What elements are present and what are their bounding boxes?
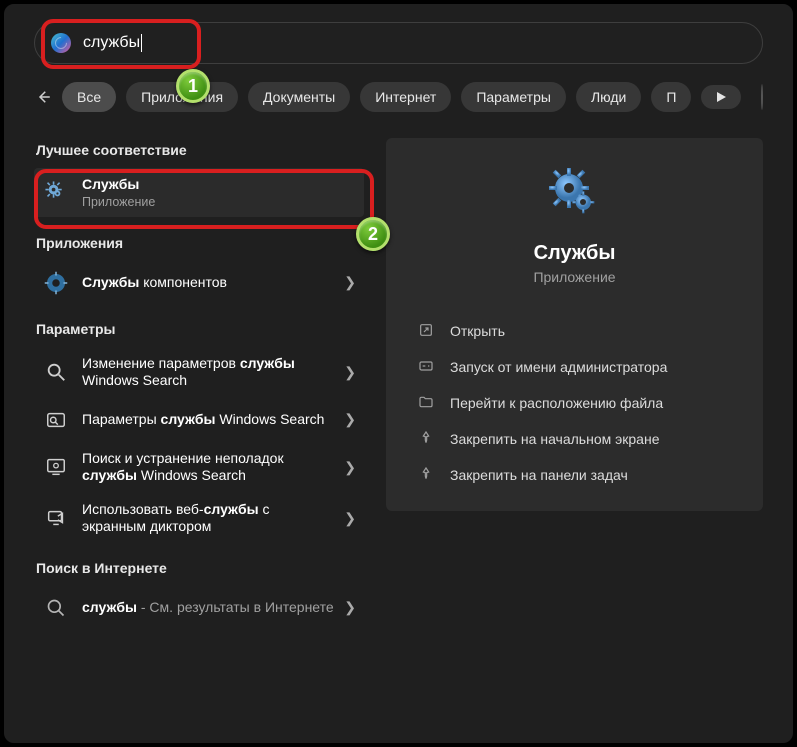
chevron-right-icon: ❯ — [344, 459, 356, 476]
best-match-title: Службы — [82, 176, 356, 194]
filter-documents[interactable]: Документы — [248, 82, 350, 112]
filter-more[interactable]: П — [651, 82, 691, 112]
component-services-icon — [42, 269, 70, 297]
list-item[interactable]: Изменение параметров службы Windows Sear… — [34, 347, 364, 398]
chevron-right-icon: ❯ — [344, 599, 356, 616]
search-text: службы — [83, 34, 142, 52]
troubleshoot-icon — [42, 453, 70, 481]
chevron-right-icon: ❯ — [344, 411, 356, 428]
pin-icon — [418, 430, 436, 448]
folder-icon — [418, 394, 436, 412]
chevron-right-icon: ❯ — [344, 510, 356, 527]
chevron-right-icon: ❯ — [344, 274, 356, 291]
section-apps: Приложения — [36, 235, 364, 251]
action-run-admin[interactable]: Запуск от имени администратора — [412, 349, 737, 385]
filter-settings[interactable]: Параметры — [461, 82, 566, 112]
action-open[interactable]: Открыть — [412, 313, 737, 349]
filter-bar: Все Приложения Документы Интернет Параме… — [34, 82, 763, 112]
list-item[interactable]: Службы компонентов ❯ — [34, 261, 364, 305]
filter-people[interactable]: Люди — [576, 82, 641, 112]
best-match-subtitle: Приложение — [82, 195, 356, 209]
action-pin-start[interactable]: Закрепить на начальном экране — [412, 421, 737, 457]
start-search-window: службы Все Приложения Документы Интернет… — [0, 0, 797, 747]
pin-icon — [418, 466, 436, 484]
open-icon — [418, 322, 436, 340]
list-item[interactable]: службы - См. результаты в Интернете ❯ — [34, 586, 364, 630]
list-item[interactable]: Поиск и устранение неполадок службы Wind… — [34, 442, 364, 493]
search-settings-icon — [42, 406, 70, 434]
filter-all[interactable]: Все — [62, 82, 116, 112]
list-item[interactable]: Использовать веб-службы с экранным дикто… — [34, 493, 364, 544]
action-open-location[interactable]: Перейти к расположению файла — [412, 385, 737, 421]
filter-apps[interactable]: Приложения — [126, 82, 238, 112]
search-settings-icon — [42, 358, 70, 386]
user-avatar[interactable] — [761, 84, 763, 110]
section-best-match: Лучшее соответствие — [36, 142, 364, 158]
action-label: Закрепить на начальном экране — [450, 431, 660, 447]
filter-play[interactable] — [701, 85, 741, 109]
narrator-icon — [42, 504, 70, 532]
panel-subtitle: Приложение — [412, 269, 737, 285]
best-match-item[interactable]: Службы Приложение — [34, 168, 364, 217]
action-pin-taskbar[interactable]: Закрепить на панели задач — [412, 457, 737, 493]
search-box[interactable]: службы — [34, 22, 763, 64]
action-label: Перейти к расположению файла — [450, 395, 663, 411]
services-icon — [42, 178, 70, 206]
filter-internet[interactable]: Интернет — [360, 82, 451, 112]
admin-icon — [418, 358, 436, 376]
chevron-right-icon: ❯ — [344, 364, 356, 381]
search-icon — [51, 33, 71, 53]
action-label: Открыть — [450, 323, 505, 339]
back-button[interactable] — [34, 83, 52, 111]
panel-title: Службы — [412, 242, 737, 265]
section-settings: Параметры — [36, 321, 364, 337]
list-item[interactable]: Параметры службы Windows Search ❯ — [34, 398, 364, 442]
services-large-icon — [543, 162, 607, 226]
action-label: Закрепить на панели задач — [450, 467, 628, 483]
section-web: Поиск в Интернете — [36, 560, 364, 576]
action-label: Запуск от имени администратора — [450, 359, 667, 375]
details-panel: Службы Приложение Открыть Запуск от имен… — [386, 138, 763, 511]
web-search-icon — [42, 594, 70, 622]
